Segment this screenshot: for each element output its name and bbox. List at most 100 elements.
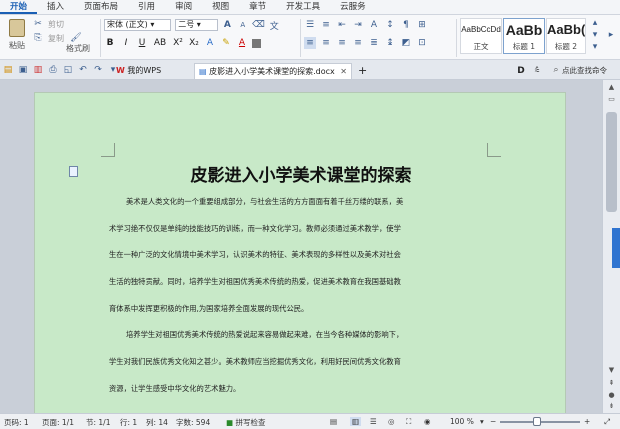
prev-page-icon[interactable]: ⇞ xyxy=(606,378,617,388)
cut-button[interactable]: 剪切 xyxy=(48,19,64,30)
close-tab-icon[interactable]: ✕ xyxy=(340,64,347,79)
redo-icon[interactable]: ↷ xyxy=(92,64,104,76)
document-workspace[interactable]: 皮影进入小学美术课堂的探索 美术是人类文化的一个重要组成部分，与社会生活的方方面… xyxy=(0,80,620,413)
body-line[interactable]: 学生对我们民族优秀文化知之甚少。美术教师应当挖掘优秀文化，利用好民间优秀文化教育 xyxy=(109,357,509,384)
status-words[interactable]: 字数: 594 xyxy=(176,417,210,428)
tab-section[interactable]: 章节 xyxy=(239,0,276,14)
shading-icon[interactable]: ◩ xyxy=(400,37,412,49)
view-page-icon[interactable]: ▥ xyxy=(350,417,362,426)
zoom-level[interactable]: 100 % xyxy=(450,417,474,426)
char-shading-icon[interactable] xyxy=(252,38,261,48)
command-search[interactable]: ⌕ 点此查找命令 xyxy=(550,64,607,76)
paste-icon[interactable] xyxy=(9,19,25,37)
export-pdf-icon[interactable]: ▥ xyxy=(32,64,44,76)
line-spacing-icon[interactable]: ↨ xyxy=(384,37,396,49)
tab-cloud[interactable]: 云服务 xyxy=(330,0,376,14)
chinese-layout-icon[interactable]: A xyxy=(368,19,380,31)
subscript-icon[interactable]: X₂ xyxy=(188,37,200,49)
zoom-in-icon[interactable]: + xyxy=(584,417,590,426)
align-center-icon[interactable]: ≡ xyxy=(320,37,332,49)
doc-format-icon[interactable]: D xyxy=(515,65,527,77)
select-browse-icon[interactable]: ● xyxy=(606,390,617,400)
undo-icon[interactable]: ↶ xyxy=(77,64,89,76)
align-right-icon[interactable]: ≡ xyxy=(336,37,348,49)
zoom-slider-handle[interactable] xyxy=(533,417,541,426)
style-up-icon[interactable]: ▴ xyxy=(589,17,601,29)
body-line[interactable]: 美术是人类文化的一个重要组成部分，与社会生活的方方面面有着千丝万缕的联系，美 xyxy=(109,197,509,224)
tab-page-layout[interactable]: 页面布局 xyxy=(74,0,128,14)
scroll-thumb[interactable] xyxy=(606,112,617,212)
italic-icon[interactable]: I xyxy=(120,37,132,49)
style-heading-2[interactable]: AaBb( 标题 2 xyxy=(546,18,586,54)
ruler-toggle-icon[interactable]: ▭ xyxy=(606,94,617,104)
tab-developer[interactable]: 开发工具 xyxy=(276,0,330,14)
document-page[interactable]: 皮影进入小学美术课堂的探索 美术是人类文化的一个重要组成部分，与社会生活的方方面… xyxy=(34,92,566,413)
fit-icon[interactable]: ⤢ xyxy=(604,417,610,427)
command-search-input[interactable]: 点此查找命令 xyxy=(562,65,607,76)
tab-review[interactable]: 审阅 xyxy=(165,0,202,14)
underline-icon[interactable]: U xyxy=(136,37,148,49)
grow-font-icon[interactable]: A xyxy=(222,19,233,31)
superscript-icon[interactable]: X² xyxy=(172,37,184,49)
tab-insert[interactable]: 插入 xyxy=(37,0,74,14)
minimize-ribbon-icon[interactable]: ⩯ xyxy=(531,65,543,77)
body-line[interactable]: 培养学生对祖国优秀美术传统的热爱说起来容易做起来难，在当今各种媒体的影响下， xyxy=(109,330,509,357)
tab-view[interactable]: 视图 xyxy=(202,0,239,14)
body-line[interactable]: 术学习绝不仅仅是单纯的技能技巧的训练，而一种文化学习。教师必须通过美术教学，使学 xyxy=(109,224,509,251)
border-icon[interactable]: ⊡ xyxy=(416,37,428,49)
decrease-indent-icon[interactable]: ⇤ xyxy=(336,19,348,31)
clear-format-icon[interactable]: ⌫ xyxy=(252,19,265,31)
increase-indent-icon[interactable]: ⇥ xyxy=(352,19,364,31)
justify-icon[interactable]: ≡ xyxy=(352,37,364,49)
view-fullscreen-icon[interactable]: ⛶ xyxy=(406,417,411,427)
side-panel-tab[interactable] xyxy=(612,228,620,268)
highlight-icon[interactable]: ✎ xyxy=(220,37,232,49)
font-color-icon[interactable]: A xyxy=(236,37,248,49)
print-icon[interactable]: ⎙ xyxy=(47,64,59,76)
tab-home[interactable]: 开始 xyxy=(0,0,38,14)
show-marks-icon[interactable]: ¶ xyxy=(400,19,412,31)
font-name-select[interactable]: 宋体 (正文) ▾ xyxy=(104,19,172,31)
new-tab-button[interactable]: + xyxy=(354,63,371,79)
copy-icon[interactable]: ⎘ xyxy=(32,32,44,44)
spell-check[interactable]: ■ 拼写检查 xyxy=(226,417,265,428)
ribbon-collapse-icon[interactable]: ▸ xyxy=(605,29,617,41)
align-left-icon[interactable]: ≡ xyxy=(304,37,316,49)
font-size-select[interactable]: 二号 ▾ xyxy=(175,19,218,31)
format-painter-label[interactable]: 格式刷 xyxy=(66,44,90,53)
scroll-up-icon[interactable]: ▲ xyxy=(606,82,617,92)
scroll-down-icon[interactable]: ▼ xyxy=(606,365,617,375)
strikethrough-icon[interactable]: AB xyxy=(152,37,168,49)
body-line[interactable]: 资源，让学生感受中华文化的艺术魅力。 xyxy=(109,384,509,411)
copy-button[interactable]: 复制 xyxy=(48,33,64,44)
next-page-icon[interactable]: ⇟ xyxy=(606,401,617,411)
bullet-list-icon[interactable]: ☰ xyxy=(304,19,316,31)
style-more-icon[interactable]: ▾ xyxy=(589,41,601,53)
sort-icon[interactable]: ↕ xyxy=(384,19,396,31)
body-line[interactable]: 生在一种广泛的文化情境中美术学习，认识美术的特征、美术表现的多样性以及美术对社会 xyxy=(109,250,509,277)
text-effect-icon[interactable]: A xyxy=(204,37,216,49)
preview-icon[interactable]: ◱ xyxy=(62,64,74,76)
tab-references[interactable]: 引用 xyxy=(128,0,165,14)
shrink-font-icon[interactable]: A xyxy=(237,19,248,31)
paste-button[interactable]: 粘贴 xyxy=(4,40,30,51)
distributed-icon[interactable]: ≣ xyxy=(368,37,380,49)
open-icon[interactable]: ▤ xyxy=(2,64,14,76)
view-outline-icon[interactable]: ☰ xyxy=(370,417,377,426)
document-body[interactable]: 美术是人类文化的一个重要组成部分，与社会生活的方方面面有着千丝万缕的联系，美 术学… xyxy=(109,197,509,411)
view-reading-icon[interactable]: ▤ xyxy=(330,417,337,426)
table-icon[interactable]: ⊞ xyxy=(416,19,428,31)
phonetic-icon[interactable]: 文 xyxy=(269,19,280,32)
bold-icon[interactable]: B xyxy=(104,37,116,49)
view-web-icon[interactable]: ◎ xyxy=(388,417,395,426)
style-down-icon[interactable]: ▾ xyxy=(589,29,601,41)
cut-icon[interactable]: ✂ xyxy=(32,18,44,30)
zoom-dropdown-icon[interactable]: ▾ xyxy=(480,417,484,426)
style-heading-1[interactable]: AaBb 标题 1 xyxy=(503,18,545,54)
tab-document[interactable]: ▤ 皮影进入小学美术课堂的探索.docx ✕ xyxy=(194,63,352,79)
document-title[interactable]: 皮影进入小学美术课堂的探索 xyxy=(35,161,567,186)
save-icon[interactable]: ▣ xyxy=(17,64,29,76)
tab-my-wps[interactable]: W 我的WPS xyxy=(112,63,165,79)
body-line[interactable]: 育体系中发挥更积极的作用,为国家培养全面发展的现代公民。 xyxy=(109,304,509,331)
style-normal[interactable]: AaBbCcDd 正文 xyxy=(460,18,502,54)
